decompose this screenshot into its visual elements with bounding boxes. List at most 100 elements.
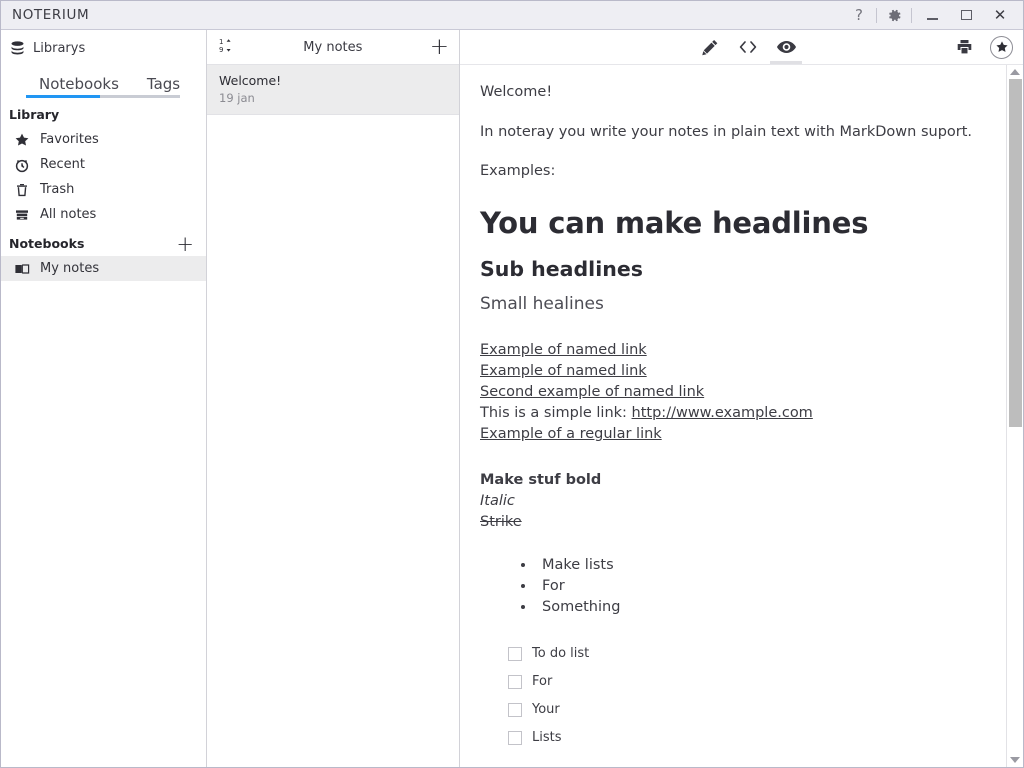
link-line: Example of named link: [480, 340, 980, 361]
note-date: 19 jan: [219, 91, 255, 105]
code-icon: [739, 41, 757, 53]
named-link-1[interactable]: Example of named link: [480, 342, 647, 358]
simple-link[interactable]: http://www.example.com: [632, 405, 813, 421]
settings-button[interactable]: [880, 2, 908, 29]
examples-paragraph: Examples:: [480, 163, 556, 180]
sidebar-item-recent[interactable]: Recent: [1, 152, 206, 177]
tab-active-indicator: [26, 95, 100, 98]
scrollbar-thumb[interactable]: [1008, 79, 1022, 427]
star-icon: [13, 131, 31, 149]
editor-mode-group: [698, 33, 802, 64]
todo-label: Lists: [532, 730, 562, 746]
intro-paragraph: In noteray you write your notes in plain…: [480, 123, 973, 140]
sidebar-item-all-notes[interactable]: All notes: [1, 202, 206, 227]
svg-text:1: 1: [219, 38, 223, 46]
link-line: Example of named link: [480, 361, 980, 382]
regular-link[interactable]: Example of a regular link: [480, 426, 662, 442]
clock-icon: [13, 156, 31, 174]
todo-item[interactable]: To do list: [508, 640, 980, 668]
scroll-down-arrow-icon: [1010, 757, 1020, 763]
heading-3: Small healines: [480, 293, 604, 314]
librarys-label: Librarys: [33, 40, 86, 56]
scroll-down-button[interactable]: [1007, 753, 1024, 767]
list-item: Something: [536, 597, 980, 618]
notebooks-section-title: Notebooks +: [1, 227, 206, 256]
checkbox[interactable]: [508, 674, 522, 689]
editor-toolbar: [460, 30, 1023, 65]
sidebar-item-favorites[interactable]: Favorites: [1, 127, 206, 152]
printer-icon: [957, 40, 971, 54]
simple-link-prefix: This is a simple link:: [480, 404, 632, 421]
title-bar: NOTERIUM ? ✕: [1, 1, 1023, 30]
trash-icon: [13, 181, 31, 199]
checkbox[interactable]: [508, 646, 522, 661]
book-icon: [13, 260, 31, 278]
app-window: NOTERIUM ? ✕ Librarys Notebooks Tags Lib…: [0, 0, 1024, 768]
todo-label: For: [532, 674, 553, 690]
divider: [911, 7, 912, 23]
sidebar-item-my-notes[interactable]: My notes: [1, 256, 206, 281]
todo-list: To do list For Your Lists: [480, 640, 980, 752]
links-block: Example of named link Example of named l…: [480, 340, 980, 445]
editor-panel: Welcome! In noteray you write your notes…: [460, 30, 1023, 767]
gear-icon: [888, 9, 900, 21]
maximize-button[interactable]: [949, 2, 983, 29]
bold-text: Make stuf bold: [480, 471, 602, 488]
note-list-item[interactable]: Welcome! 19 jan: [207, 65, 459, 115]
library-section-label: Library: [9, 107, 60, 122]
sidebar-item-label: Recent: [40, 157, 85, 172]
app-title: NOTERIUM: [12, 7, 90, 23]
heading-2: Sub headlines: [480, 256, 643, 281]
greeting-paragraph: Welcome!: [480, 84, 553, 100]
document-area: Welcome! In noteray you write your notes…: [460, 65, 1023, 767]
checkbox[interactable]: [508, 702, 522, 717]
archive-icon: [13, 206, 31, 224]
close-button[interactable]: ✕: [983, 2, 1017, 29]
scrollbar-track[interactable]: [1007, 79, 1024, 753]
named-link-3[interactable]: Second example of named link: [480, 384, 704, 400]
scroll-up-button[interactable]: [1007, 65, 1024, 79]
todo-label: Your: [532, 702, 560, 718]
print-button[interactable]: [952, 33, 976, 61]
add-note-button[interactable]: +: [430, 36, 449, 59]
bullet-list: Make lists For Something: [480, 555, 980, 618]
window-controls: ? ✕: [845, 1, 1017, 29]
sidebar-item-label: All notes: [40, 207, 97, 222]
divider: [876, 7, 877, 23]
librarys-header[interactable]: Librarys: [1, 30, 206, 66]
sidebar-item-trash[interactable]: Trash: [1, 177, 206, 202]
text-styles-block: Make stuf bold Italic Strike: [480, 470, 980, 533]
pencil-icon: [701, 39, 717, 55]
tab-underline: [26, 95, 180, 98]
strike-text: Strike: [480, 513, 522, 530]
close-icon: ✕: [993, 5, 1007, 24]
database-stack-icon: [11, 40, 24, 54]
sort-numeric-icon[interactable]: 1 9: [219, 37, 236, 58]
eye-icon: [776, 41, 796, 53]
todo-item[interactable]: Your: [508, 696, 980, 724]
preview-mode-button[interactable]: [770, 33, 802, 64]
sidebar-item-label: My notes: [40, 261, 100, 276]
library-section-title: Library: [1, 98, 206, 127]
add-notebook-button[interactable]: +: [176, 233, 194, 254]
todo-item[interactable]: For: [508, 668, 980, 696]
help-button[interactable]: ?: [845, 2, 873, 29]
note-preview: Welcome! In noteray you write your notes…: [460, 65, 1006, 767]
notebooks-section-label: Notebooks: [9, 236, 85, 251]
note-list-panel: 1 9 My notes + Welcome! 19 jan: [207, 30, 460, 767]
list-item: For: [536, 576, 980, 597]
named-link-2[interactable]: Example of named link: [480, 363, 647, 379]
checkbox[interactable]: [508, 730, 522, 745]
minimize-icon: [926, 17, 938, 20]
source-mode-button[interactable]: [736, 33, 760, 61]
minimize-button[interactable]: [915, 2, 949, 29]
maximize-icon: [960, 10, 972, 20]
list-item: Make lists: [536, 555, 980, 576]
todo-item[interactable]: Lists: [508, 724, 980, 752]
note-list-title: My notes: [303, 39, 363, 55]
question-mark-icon: ?: [855, 5, 863, 24]
favorite-button[interactable]: [990, 35, 1013, 59]
edit-mode-button[interactable]: [698, 33, 722, 61]
vertical-scrollbar[interactable]: [1006, 65, 1023, 767]
star-icon: [995, 41, 1008, 52]
